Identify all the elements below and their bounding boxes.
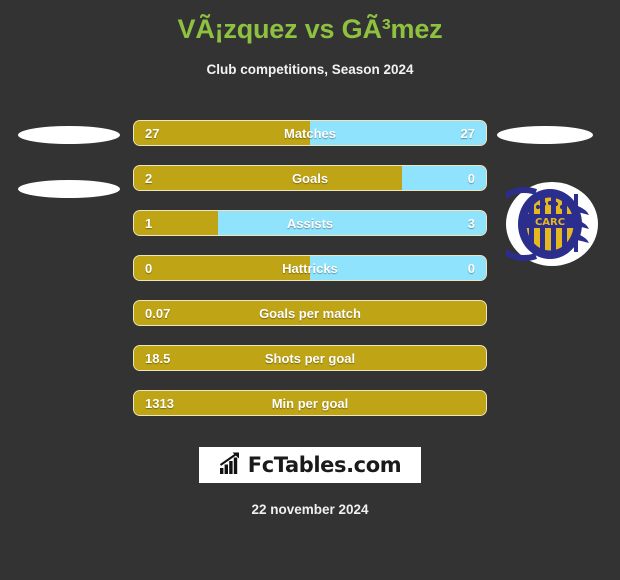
stats-comparison-chart: 27 Matches 27 2 Goals 0 1 Assists 3 0 Ha… [133, 120, 487, 435]
page-subtitle: Club competitions, Season 2024 [206, 62, 414, 77]
stat-label: Min per goal [271, 396, 349, 411]
player-photo-placeholder-left-bottom [18, 180, 120, 198]
stat-row-matches: 27 Matches 27 [133, 120, 487, 146]
stat-label: Matches [283, 126, 337, 141]
stat-row-goals: 2 Goals 0 [133, 165, 487, 191]
svg-text:CARC: CARC [535, 217, 565, 228]
stat-row-assists: 1 Assists 3 [133, 210, 487, 236]
player-photo-placeholder-right-top [497, 126, 593, 144]
fctables-logo-text: FcTables.com [247, 453, 402, 477]
bar-chart-growth-icon [219, 452, 243, 479]
stat-label: Hattricks [282, 261, 338, 276]
stat-row-shots-per-goal: 18.5 Shots per goal [133, 345, 487, 371]
stat-value-right: 0 [467, 171, 475, 186]
stat-value-right: 27 [460, 126, 475, 141]
page-title: VÃ¡zquez vs GÃ³mez [177, 14, 443, 44]
stat-value-right: 3 [467, 216, 475, 231]
stat-row-hattricks: 0 Hattricks 0 [133, 255, 487, 281]
footer-date: 22 november 2024 [251, 502, 369, 517]
stat-label: Assists [286, 216, 334, 231]
stat-row-min-per-goal: 1313 Min per goal [133, 390, 487, 416]
header: VÃ¡zquez vs GÃ³mez Club competitions, Se… [0, 0, 620, 78]
stat-label: Shots per goal [264, 351, 356, 366]
stat-label: Goals [291, 171, 329, 186]
player-photo-placeholder-left-top [18, 126, 120, 144]
fctables-logo[interactable]: FcTables.com [199, 447, 421, 483]
stat-label: Goals per match [259, 306, 361, 321]
stat-value-right: 0 [467, 261, 475, 276]
stat-row-goals-per-match: 0.07 Goals per match [133, 300, 487, 326]
club-crest-icon: CARC [487, 182, 598, 266]
